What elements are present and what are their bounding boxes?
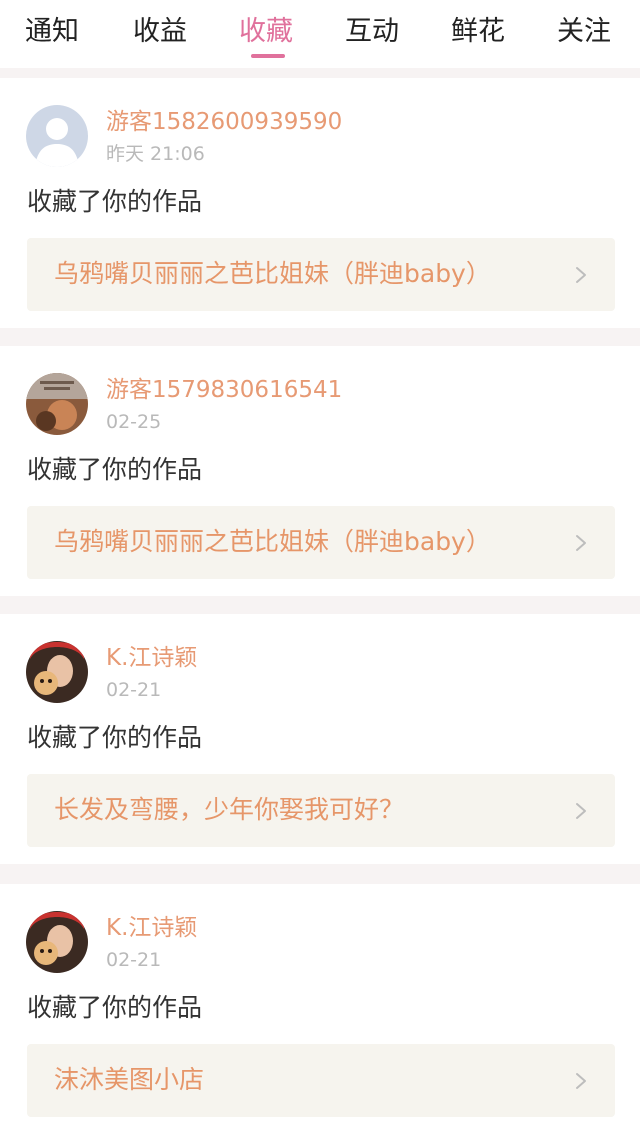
work-title: 长发及弯腰，少年你娶我可好？ [54, 795, 405, 824]
work-link[interactable]: 乌鸦嘴贝丽丽之芭比姐妹（胖迪baby） [27, 506, 615, 579]
timestamp: 02-21 [106, 679, 162, 701]
work-title: 乌鸦嘴贝丽丽之芭比姐妹（胖迪baby） [54, 527, 491, 556]
chevron-right-icon [576, 803, 586, 819]
action-text: 收藏了你的作品 [27, 723, 203, 752]
timestamp: 02-21 [106, 949, 162, 971]
chevron-right-icon [576, 535, 586, 551]
photo-avatar [26, 911, 88, 973]
avatar[interactable] [26, 641, 88, 703]
avatar[interactable] [26, 911, 88, 973]
avatar[interactable] [26, 373, 88, 435]
list-item: 游客1582600939590 昨天 21:06 收藏了你的作品 乌鸦嘴贝丽丽之… [0, 78, 640, 328]
list-item: K.江诗颖 02-21 收藏了你的作品 沫沐美图小店 [0, 884, 640, 1134]
photo-avatar [26, 373, 88, 435]
work-title: 沫沐美图小店 [54, 1065, 205, 1094]
default-avatar-icon [26, 105, 88, 167]
separator [0, 596, 640, 614]
separator [0, 68, 640, 78]
tab-favorites[interactable]: 收藏 [239, 12, 293, 52]
user-name[interactable]: K.江诗颖 [106, 642, 197, 674]
user-name[interactable]: 游客1579830616541 [106, 374, 342, 406]
tab-bar: 通知 收益 收藏 互动 鲜花 关注 [0, 0, 640, 68]
timestamp: 02-25 [106, 411, 162, 433]
user-name[interactable]: 游客1582600939590 [106, 106, 342, 138]
user-name[interactable]: K.江诗颖 [106, 912, 197, 944]
chevron-right-icon [576, 1073, 586, 1089]
chevron-right-icon [576, 267, 586, 283]
avatar[interactable] [26, 105, 88, 167]
photo-avatar [26, 641, 88, 703]
list-item: 游客1579830616541 02-25 收藏了你的作品 乌鸦嘴贝丽丽之芭比姐… [0, 346, 640, 596]
timestamp: 昨天 21:06 [106, 143, 205, 165]
action-text: 收藏了你的作品 [27, 455, 203, 484]
work-link[interactable]: 乌鸦嘴贝丽丽之芭比姐妹（胖迪baby） [27, 238, 615, 311]
active-tab-indicator [251, 54, 285, 58]
tab-interactions[interactable]: 互动 [345, 12, 399, 52]
tab-earnings[interactable]: 收益 [133, 12, 187, 52]
list-item: K.江诗颖 02-21 收藏了你的作品 长发及弯腰，少年你娶我可好？ [0, 614, 640, 864]
separator [0, 864, 640, 884]
work-title: 乌鸦嘴贝丽丽之芭比姐妹（胖迪baby） [54, 259, 491, 288]
action-text: 收藏了你的作品 [27, 993, 203, 1022]
tab-flowers[interactable]: 鲜花 [451, 12, 505, 52]
work-link[interactable]: 长发及弯腰，少年你娶我可好？ [27, 774, 615, 847]
action-text: 收藏了你的作品 [27, 187, 203, 216]
tab-follows[interactable]: 关注 [557, 12, 611, 52]
separator [0, 328, 640, 346]
work-link[interactable]: 沫沐美图小店 [27, 1044, 615, 1117]
tab-notifications[interactable]: 通知 [25, 12, 79, 52]
